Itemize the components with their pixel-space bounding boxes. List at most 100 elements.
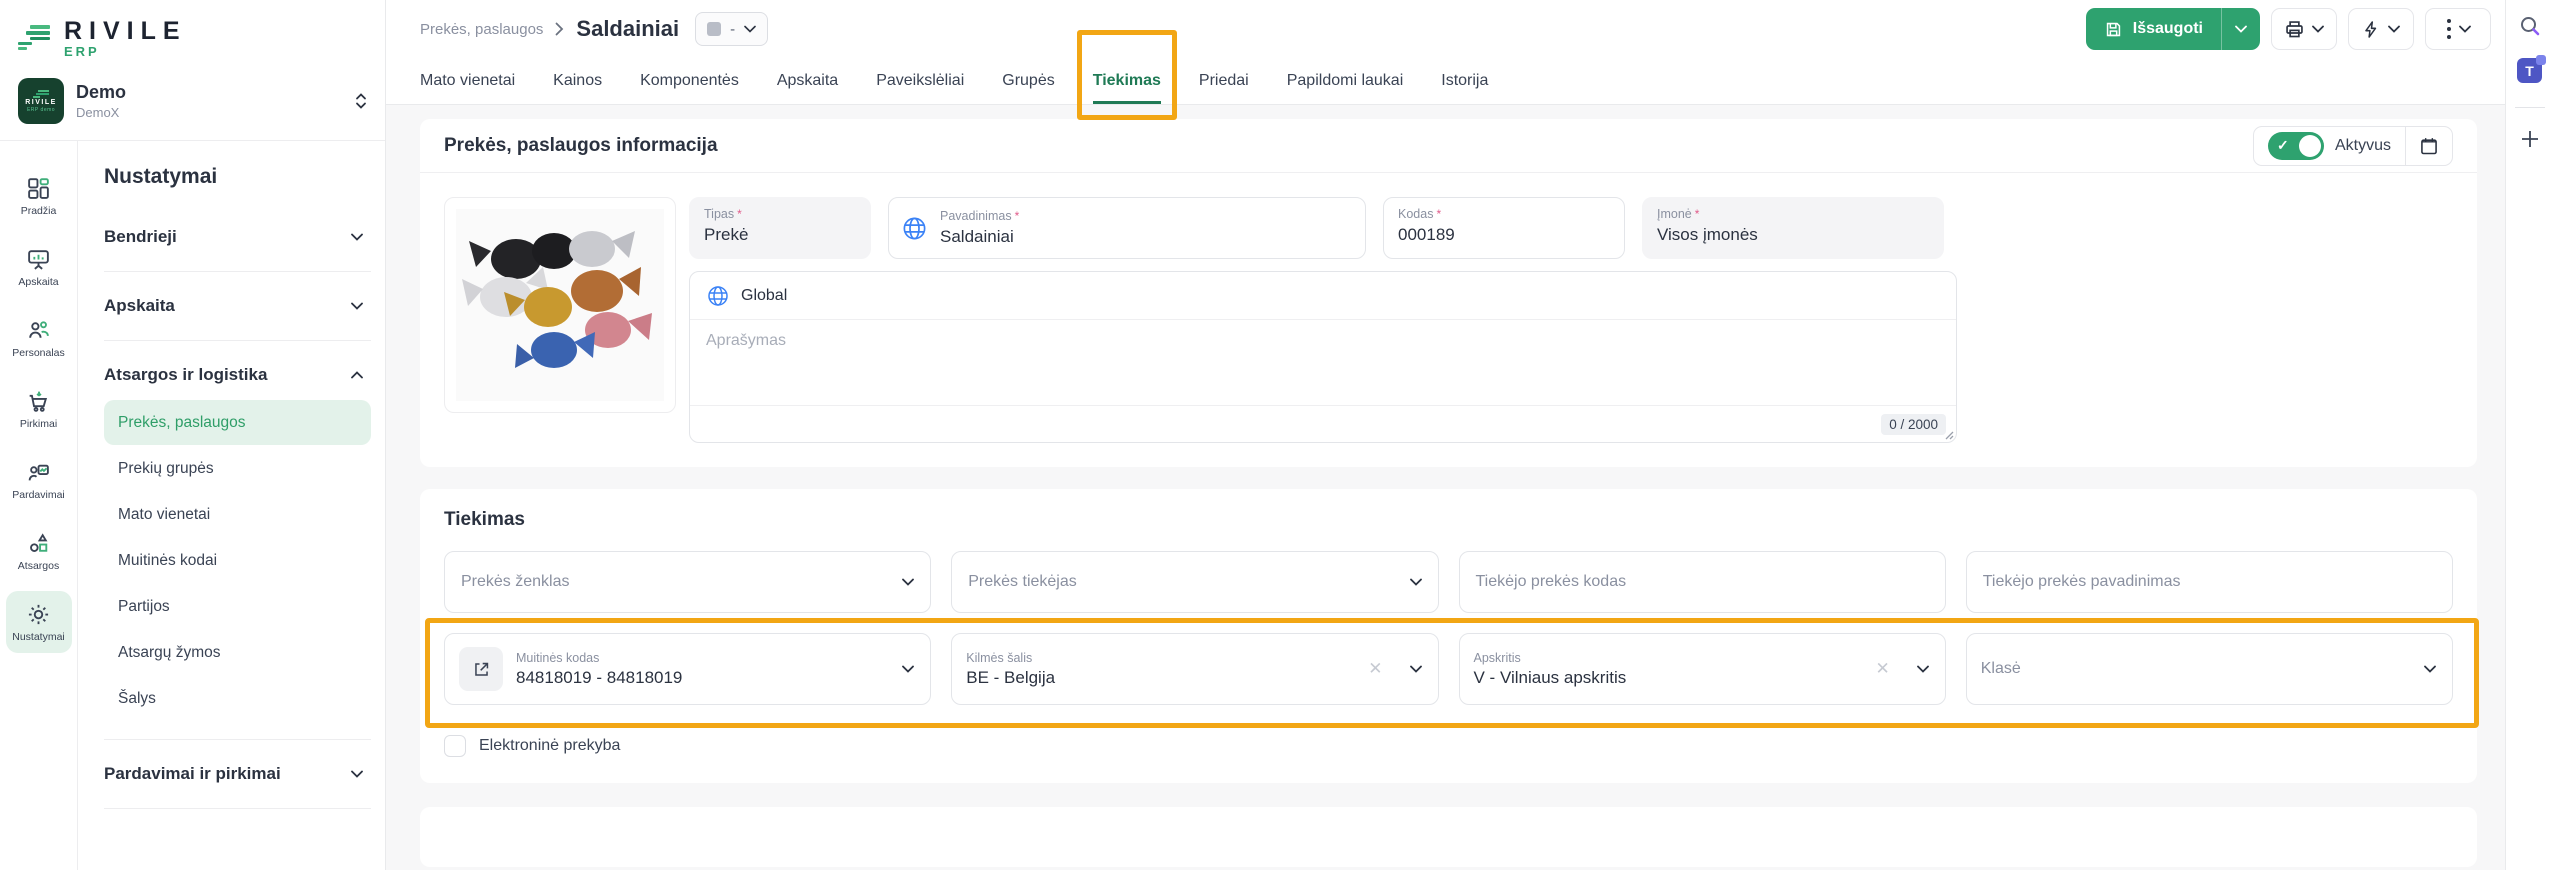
rail-label: Personalas bbox=[12, 347, 65, 359]
product-image[interactable] bbox=[444, 197, 676, 413]
nav-group-label: Apskaita bbox=[104, 296, 175, 316]
rail-label: Nustatymai bbox=[12, 631, 65, 643]
tipas-field[interactable]: Tipas Prekė bbox=[689, 197, 871, 259]
status-square-icon bbox=[707, 22, 721, 36]
input-placeholder: Tiekėjo prekės pavadinimas bbox=[1983, 573, 2181, 591]
rail-label: Pirkimai bbox=[20, 418, 57, 430]
status-dropdown[interactable]: - bbox=[695, 12, 768, 46]
workspace-expand-icon bbox=[355, 92, 367, 110]
tab-istorija[interactable]: Istorija bbox=[1441, 58, 1488, 104]
nav-group-label: Pardavimai ir pirkimai bbox=[104, 764, 281, 784]
sidebar-item-atsargu-zymos[interactable]: Atsargų žymos bbox=[104, 630, 371, 675]
tab-komponentes[interactable]: Komponentės bbox=[640, 58, 739, 104]
nav-group-pardavimai-ir-pirkimai[interactable]: Pardavimai ir pirkimai bbox=[104, 750, 371, 798]
sidebar-item-prekiu-grupes[interactable]: Prekių grupės bbox=[104, 446, 371, 491]
klase-select[interactable]: Klasė bbox=[1966, 633, 2453, 705]
pavadinimas-field[interactable]: Pavadinimas Saldainiai bbox=[888, 197, 1366, 259]
sidebar-item-prekes-paslaugos[interactable]: Prekės, paslaugos bbox=[104, 400, 371, 445]
rail-item-atsargos[interactable]: Atsargos bbox=[6, 520, 72, 582]
field-label: Įmonė bbox=[1657, 207, 1929, 221]
sidebar-item-mato-vienetai[interactable]: Mato vienetai bbox=[104, 492, 371, 537]
breadcrumb-parent[interactable]: Prekės, paslaugos bbox=[420, 21, 543, 38]
rail-item-pirkimai[interactable]: Pirkimai bbox=[6, 378, 72, 440]
kilmes-salis-select[interactable]: Kilmės šalis BE - Belgija ✕ bbox=[951, 633, 1438, 705]
apskritis-select[interactable]: Apskritis V - Vilniaus apskritis ✕ bbox=[1459, 633, 1946, 705]
tab-apskaita[interactable]: Apskaita bbox=[777, 58, 838, 104]
tab-papildomi-laukai[interactable]: Papildomi laukai bbox=[1287, 58, 1404, 104]
kebab-menu-icon bbox=[2446, 18, 2452, 40]
status-value: - bbox=[730, 21, 735, 38]
divider bbox=[104, 271, 371, 272]
print-dropdown-button[interactable] bbox=[2271, 8, 2337, 50]
shapes-icon bbox=[26, 531, 51, 556]
chevron-down-icon bbox=[1917, 665, 1929, 673]
app-window: RIVILE ERP RIVILE ERP demo Demo DemoX bbox=[0, 0, 2553, 870]
save-button[interactable]: Išsaugoti bbox=[2086, 8, 2221, 50]
tab-mato-vienetai[interactable]: Mato vienetai bbox=[420, 58, 515, 104]
chevron-down-icon bbox=[744, 25, 756, 33]
divider bbox=[104, 739, 371, 740]
kodas-field[interactable]: Kodas 000189 bbox=[1383, 197, 1625, 259]
clear-icon[interactable]: ✕ bbox=[1876, 659, 1890, 679]
chevron-down-icon bbox=[2312, 25, 2324, 33]
active-toggle[interactable]: ✓ Aktyvus bbox=[2254, 132, 2405, 160]
page-title: Saldainiai bbox=[576, 16, 679, 42]
sidebar-item-partijos[interactable]: Partijos bbox=[104, 584, 371, 629]
people-icon bbox=[26, 318, 51, 343]
more-dropdown-button[interactable] bbox=[2425, 8, 2491, 50]
chevron-down-icon bbox=[351, 302, 363, 310]
resize-handle[interactable] bbox=[1944, 430, 1954, 440]
left-sidebar: RIVILE ERP RIVILE ERP demo Demo DemoX bbox=[0, 0, 386, 870]
tab-paveiksleliai[interactable]: Paveikslėliai bbox=[876, 58, 964, 104]
rail-item-pradzia[interactable]: Pradžia bbox=[6, 165, 72, 227]
elektronine-prekyba-checkbox[interactable] bbox=[444, 735, 466, 757]
settings-nav: Nustatymai Bendrieji Apskaita Atsargos i… bbox=[78, 141, 385, 870]
nav-group-apskaita[interactable]: Apskaita bbox=[104, 282, 371, 330]
field-label: Kodas bbox=[1398, 207, 1610, 221]
rail-item-nustatymai[interactable]: Nustatymai bbox=[6, 591, 72, 653]
sidebar-item-salys[interactable]: Šalys bbox=[104, 676, 371, 721]
field-value: BE - Belgija bbox=[966, 668, 1055, 688]
teams-icon[interactable]: T bbox=[2517, 58, 2542, 83]
toggle-switch[interactable]: ✓ bbox=[2268, 132, 2324, 160]
prekes-tiekejas-select[interactable]: Prekės tiekėjas bbox=[951, 551, 1438, 613]
description-textarea[interactable] bbox=[690, 320, 1956, 405]
tab-kainos[interactable]: Kainos bbox=[553, 58, 602, 104]
chevron-down-icon bbox=[902, 578, 914, 586]
sidebar-item-muitines-kodai[interactable]: Muitinės kodai bbox=[104, 538, 371, 583]
rail-item-personalas[interactable]: Personalas bbox=[6, 307, 72, 369]
nav-group-bendrieji[interactable]: Bendrieji bbox=[104, 213, 371, 261]
muitines-kodas-select[interactable]: Muitinės kodas 84818019 - 84818019 bbox=[444, 633, 931, 705]
nav-title: Nustatymai bbox=[104, 165, 371, 189]
cart-icon bbox=[26, 389, 51, 414]
nav-group-atsargos-ir-logistika[interactable]: Atsargos ir logistika bbox=[104, 351, 371, 399]
logo[interactable]: RIVILE ERP bbox=[18, 12, 367, 64]
field-label: Apskritis bbox=[1474, 651, 1627, 665]
tab-priedai[interactable]: Priedai bbox=[1199, 58, 1249, 104]
globe-icon bbox=[901, 215, 928, 242]
workspace-selector[interactable]: RIVILE ERP demo Demo DemoX bbox=[0, 64, 385, 141]
next-section-card bbox=[420, 807, 2477, 867]
imone-field[interactable]: Įmonė Visos įmonės bbox=[1642, 197, 1944, 259]
tiekejo-prekes-kodas-input[interactable]: Tiekėjo prekės kodas bbox=[1459, 551, 1946, 613]
actions-dropdown-button[interactable] bbox=[2348, 8, 2414, 50]
global-search-button[interactable] bbox=[2518, 14, 2542, 38]
tab-grupes[interactable]: Grupės bbox=[1002, 58, 1054, 104]
add-button[interactable] bbox=[2519, 128, 2541, 150]
avatar-caption: RIVILE bbox=[25, 99, 57, 106]
open-customs-code-button[interactable] bbox=[459, 647, 503, 691]
rail-item-apskaita[interactable]: Apskaita bbox=[6, 236, 72, 298]
save-dropdown-button[interactable] bbox=[2221, 8, 2260, 50]
field-value: 84818019 - 84818019 bbox=[516, 668, 682, 688]
avatar-subcaption: ERP demo bbox=[27, 107, 55, 113]
field-label: Kilmės šalis bbox=[966, 651, 1055, 665]
workspace-avatar: RIVILE ERP demo bbox=[18, 78, 64, 124]
clear-icon[interactable]: ✕ bbox=[1368, 659, 1382, 679]
prekes-zenklas-select[interactable]: Prekės ženklas bbox=[444, 551, 931, 613]
tiekejo-prekes-pavadinimas-input[interactable]: Tiekėjo prekės pavadinimas bbox=[1966, 551, 2453, 613]
tab-tiekimas[interactable]: Tiekimas bbox=[1093, 58, 1161, 104]
toggle-knob bbox=[2299, 135, 2321, 157]
rail-item-pardavimai[interactable]: Pardavimai bbox=[6, 449, 72, 511]
dashboard-icon bbox=[26, 176, 51, 201]
calendar-button[interactable] bbox=[2405, 126, 2452, 166]
